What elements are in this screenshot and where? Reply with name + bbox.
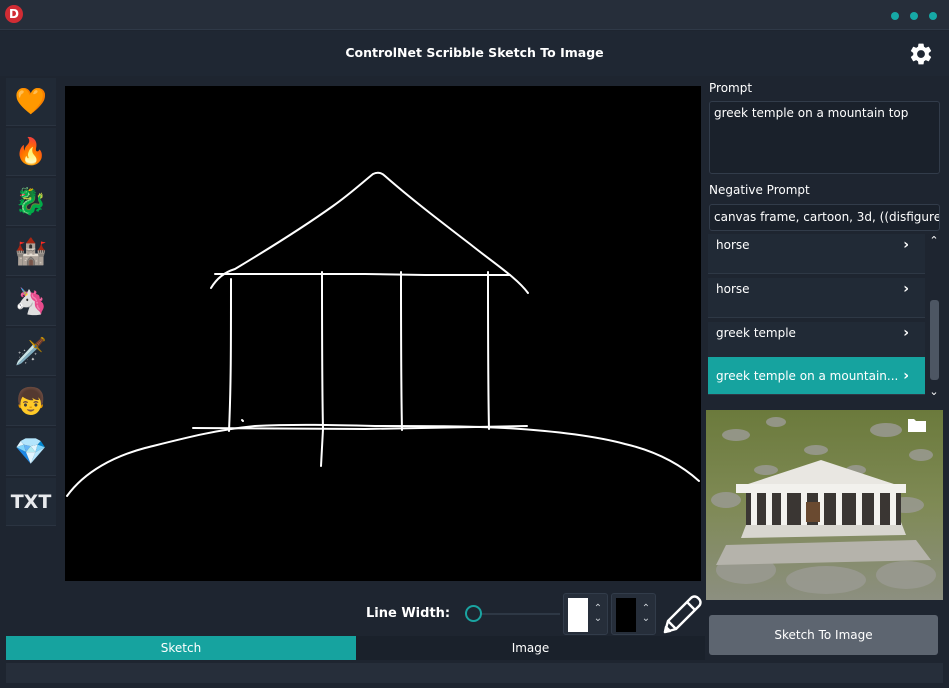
list-item-selected[interactable]: greek temple on a mountain... › (708, 357, 925, 395)
line-width-label: Line Width: (366, 606, 451, 621)
up-down-arrows-icon: ⌃ ⌄ (641, 603, 651, 624)
fire-icon: 🔥 (14, 136, 48, 167)
scrollbar-thumb[interactable] (930, 300, 939, 380)
castle-icon: 🏰 (14, 236, 48, 267)
chevron-right-icon: › (903, 237, 909, 253)
beam-top-stroke (214, 273, 511, 276)
window-dot-1[interactable] (891, 12, 899, 20)
foreground-color-picker[interactable]: ⌃ ⌄ (563, 593, 608, 635)
background-color-picker[interactable]: ⌃ ⌄ (611, 593, 656, 635)
app-header: ControlNet Scribble Sketch To Image (0, 31, 949, 76)
generated-image[interactable] (706, 410, 943, 600)
unicorn-icon: 🦄 (14, 286, 48, 317)
greek-temple-render (706, 410, 943, 600)
tab-image[interactable]: Image (356, 636, 705, 660)
line-width-slider-handle[interactable] (465, 605, 482, 622)
sketch-canvas[interactable] (65, 86, 701, 581)
chevron-right-icon: › (903, 325, 909, 341)
sticker-sidebar: 🧡 🔥 🐉 🏰 🦄 🗡️ 👦 💎 TXT (6, 78, 56, 530)
status-bar (6, 663, 943, 683)
sidebar-item-boy[interactable]: 👦 (6, 378, 56, 426)
chevron-down-icon[interactable]: ⌄ (927, 385, 941, 399)
negative-prompt-label: Negative Prompt (709, 183, 810, 197)
negative-prompt-input[interactable]: canvas frame, cartoon, 3d, ((disfigured)… (709, 204, 940, 231)
background-color-swatch (616, 598, 636, 632)
history-scrollbar[interactable]: ⌃ ⌄ (927, 234, 941, 399)
dragon-icon: 🐉 (14, 186, 48, 217)
center-post-stroke (320, 428, 324, 467)
page-title: ControlNet Scribble Sketch To Image (345, 45, 604, 60)
up-down-arrows-icon: ⌃ ⌄ (593, 603, 603, 624)
hill-stroke (66, 423, 700, 497)
prompt-input[interactable]: greek temple on a mountain top (709, 101, 940, 174)
pencil-icon[interactable] (659, 592, 703, 636)
prompt-history-list: horse › horse › greek temple › greek tem… (706, 234, 943, 400)
chevron-right-icon: › (903, 281, 909, 297)
list-item[interactable]: horse › (708, 234, 925, 274)
gem-icon: 💎 (14, 436, 48, 467)
column-2-stroke (321, 271, 324, 430)
list-item[interactable]: greek temple › (708, 322, 925, 362)
sidebar-item-heart[interactable]: 🧡 (6, 78, 56, 126)
window-dot-3[interactable] (929, 12, 937, 20)
heart-icon: 🧡 (14, 86, 48, 117)
window-dot-2[interactable] (910, 12, 918, 20)
text-tool-label: TXT (10, 490, 52, 513)
column-4-stroke (487, 271, 490, 430)
history-item-label: greek temple (716, 326, 796, 340)
dot-stroke (241, 419, 244, 422)
sidebar-item-fire[interactable]: 🔥 (6, 128, 56, 176)
window-titlebar: D (0, 0, 949, 30)
line-width-slider-track[interactable] (470, 613, 560, 615)
tab-sketch[interactable]: Sketch (6, 636, 356, 660)
list-item[interactable]: horse › (708, 278, 925, 318)
sidebar-item-dragon[interactable]: 🐉 (6, 178, 56, 226)
scribble-drawing (66, 171, 700, 497)
prompt-label: Prompt (709, 81, 753, 95)
sword-icon: 🗡️ (14, 336, 48, 367)
history-item-label: horse (716, 238, 750, 252)
sidebar-item-gem[interactable]: 💎 (6, 428, 56, 476)
app-logo: D (5, 5, 23, 23)
folder-icon[interactable] (907, 417, 927, 433)
sidebar-item-castle[interactable]: 🏰 (6, 228, 56, 276)
column-3-stroke (400, 271, 403, 431)
sidebar-item-unicorn[interactable]: 🦄 (6, 278, 56, 326)
gear-icon[interactable] (908, 41, 934, 67)
foreground-color-swatch (568, 598, 588, 632)
column-1-stroke (228, 278, 232, 432)
chevron-up-icon[interactable]: ⌃ (927, 234, 941, 248)
sidebar-item-sword[interactable]: 🗡️ (6, 328, 56, 376)
sketch-to-image-button[interactable]: Sketch To Image (709, 615, 938, 655)
history-item-label: greek temple on a mountain... (716, 369, 899, 383)
history-item-label: horse (716, 282, 750, 296)
sidebar-item-text[interactable]: TXT (6, 478, 56, 526)
chevron-right-icon: › (903, 368, 909, 384)
boy-face-icon: 👦 (14, 386, 48, 417)
